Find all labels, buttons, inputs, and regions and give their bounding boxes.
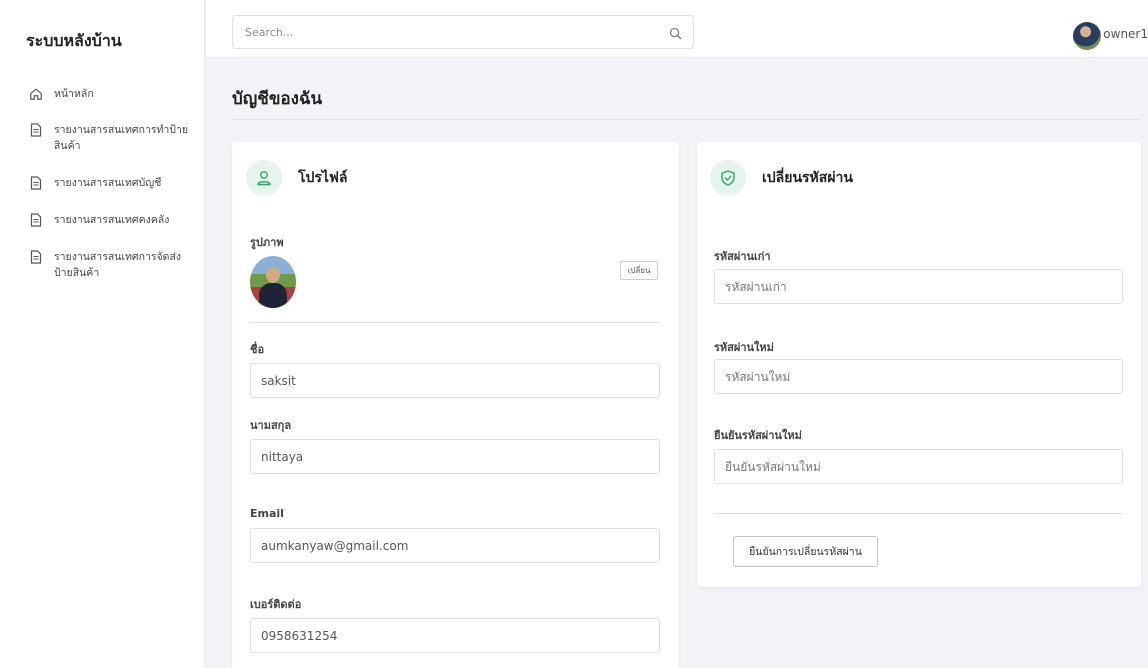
search-input[interactable]	[233, 16, 653, 48]
profile-card: โปรไฟล์ รูปภาพ เปลี่ยน ชื่อ นามสกุล Emai…	[232, 142, 679, 668]
old-password-label: รหัสผ่านเก่า	[714, 250, 771, 263]
confirm-change-password-button[interactable]: ยืนยันการเปลี่ยนรหัสผ่าน	[733, 536, 878, 567]
email-field[interactable]	[250, 528, 660, 563]
photo-divider	[250, 322, 660, 323]
confirm-password-field[interactable]	[714, 449, 1123, 484]
document-icon	[28, 249, 44, 265]
profile-title: โปรไฟล์	[298, 170, 348, 186]
search-icon[interactable]	[669, 25, 683, 40]
new-password-field[interactable]	[714, 359, 1123, 394]
email-label: Email	[250, 507, 284, 520]
change-password-card: เปลี่ยนรหัสผ่าน รหัสผ่านเก่า รหัสผ่านใหม…	[697, 142, 1141, 587]
sidebar-item-home[interactable]: หน้าหลัก	[28, 86, 198, 102]
last-name-field[interactable]	[250, 439, 660, 474]
user-icon	[246, 160, 282, 196]
password-title: เปลี่ยนรหัสผ่าน	[762, 170, 853, 186]
username[interactable]: owner1	[1103, 27, 1148, 41]
sidebar-item-inventory-report[interactable]: รายงานสารสนเทศคงคลัง	[28, 212, 198, 228]
sidebar-item-shipping-report[interactable]: รายงานสารสนเทศการจัดส่งป้ายสินค้า	[28, 249, 198, 281]
sidebar-item-label: รายงานสารสนเทศบัญชี	[54, 177, 162, 189]
search-box	[232, 15, 694, 49]
profile-photo	[250, 256, 296, 308]
old-password-field[interactable]	[714, 269, 1123, 304]
last-name-label: นามสกุล	[250, 419, 292, 432]
phone-field[interactable]	[250, 618, 660, 653]
sidebar-item-label-report[interactable]: รายงานสารสนเทศการทำป้ายสินค้า	[28, 122, 198, 154]
new-password-label: รหัสผ่านใหม่	[714, 341, 774, 354]
confirm-password-label: ยืนยันรหัสผ่านใหม่	[714, 429, 802, 442]
avatar[interactable]	[1073, 22, 1102, 50]
profile-card-header: โปรไฟล์	[246, 160, 347, 196]
document-icon	[28, 212, 44, 228]
sidebar-item-label: รายงานสารสนเทศการจัดส่งป้ายสินค้า	[54, 251, 181, 279]
document-icon	[28, 122, 44, 138]
title-divider	[232, 119, 1141, 120]
shield-check-icon	[710, 160, 746, 196]
first-name-field[interactable]	[250, 363, 660, 398]
page-title: บัญชีของฉัน	[232, 89, 323, 109]
password-card-header: เปลี่ยนรหัสผ่าน	[710, 160, 853, 196]
user-menu[interactable]: owner1	[1073, 22, 1148, 50]
home-icon	[28, 86, 44, 102]
document-icon	[28, 175, 44, 191]
phone-label: เบอร์ติดต่อ	[250, 598, 302, 611]
sidebar: ระบบหลังบ้าน หน้าหลัก รายงานสารสนเทศการท…	[0, 0, 205, 668]
first-name-label: ชื่อ	[250, 343, 265, 356]
sidebar-item-label: รายงานสารสนเทศคงคลัง	[54, 214, 170, 226]
topbar: owner1	[206, 0, 1148, 58]
sidebar-item-label: หน้าหลัก	[54, 88, 94, 100]
sidebar-item-label: รายงานสารสนเทศการทำป้ายสินค้า	[54, 124, 189, 152]
password-divider	[714, 513, 1123, 514]
sidebar-item-account-report[interactable]: รายงานสารสนเทศบัญชี	[28, 175, 198, 191]
photo-label: รูปภาพ	[250, 236, 284, 249]
sidebar-nav: หน้าหลัก รายงานสารสนเทศการทำป้ายสินค้า ร…	[28, 86, 198, 281]
brand-title: ระบบหลังบ้าน	[26, 31, 122, 50]
change-photo-button[interactable]: เปลี่ยน	[620, 261, 658, 280]
